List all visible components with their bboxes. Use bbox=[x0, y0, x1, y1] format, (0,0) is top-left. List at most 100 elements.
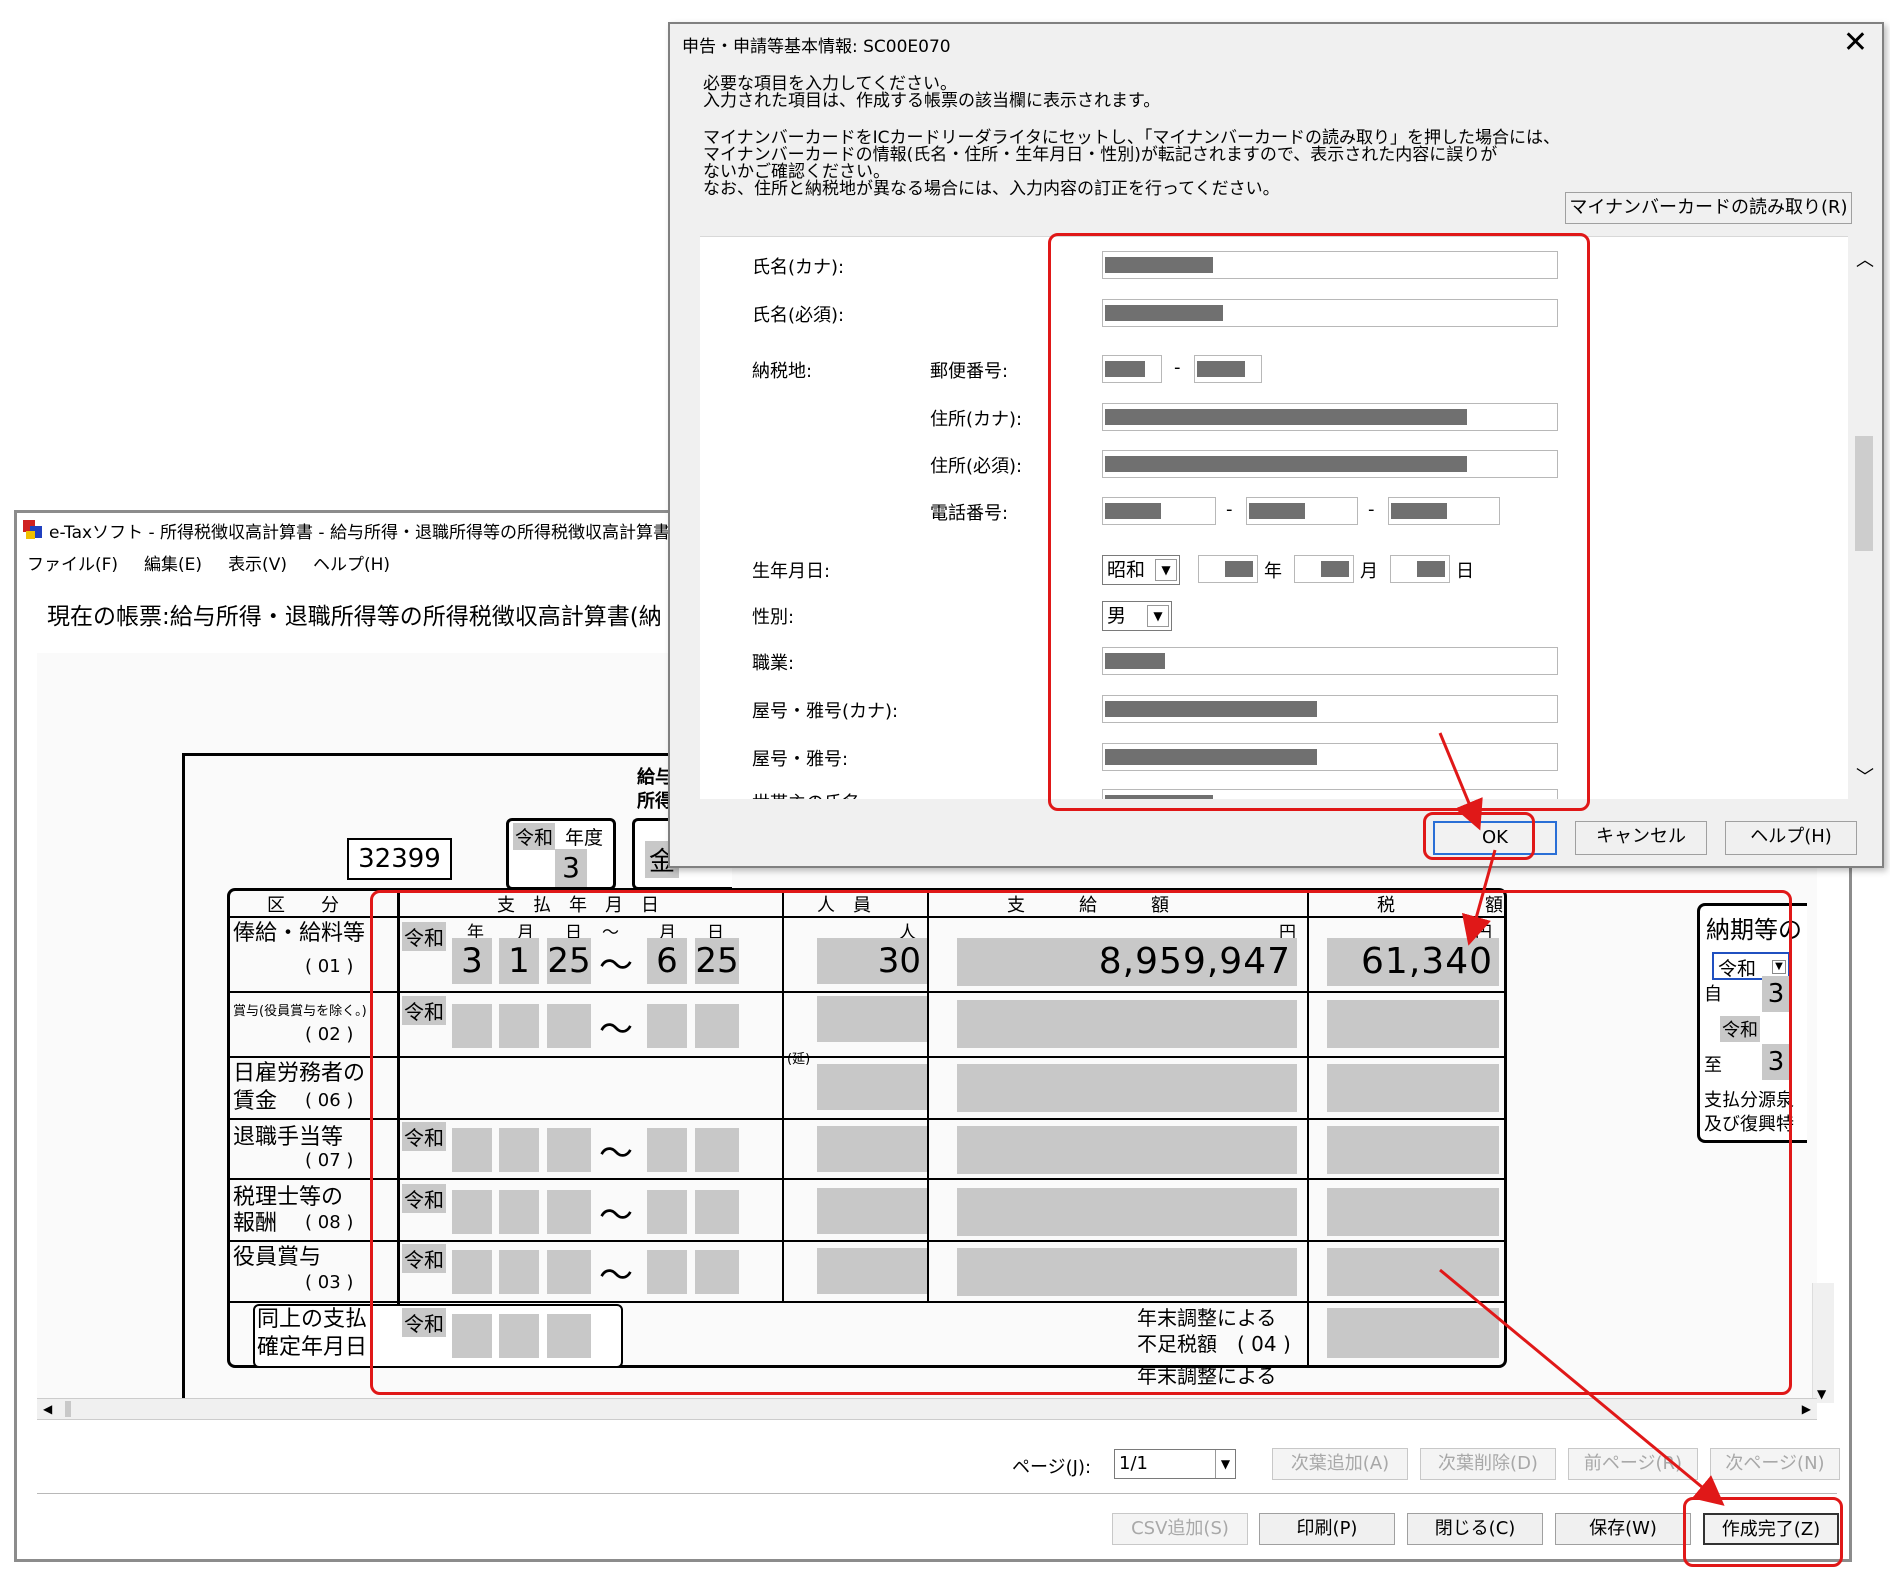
gender-select[interactable]: 男 ▼ bbox=[1102, 601, 1172, 631]
pay-amount-input[interactable] bbox=[957, 1126, 1297, 1174]
next-page-button[interactable]: 次ページ(N) bbox=[1710, 1448, 1840, 1480]
name-input[interactable] bbox=[1102, 299, 1558, 327]
phone-3-input[interactable] bbox=[1388, 497, 1500, 525]
date-input[interactable] bbox=[452, 1128, 492, 1172]
date-input[interactable] bbox=[547, 1190, 591, 1234]
add-page-button[interactable]: 次葉追加(A) bbox=[1272, 1448, 1408, 1480]
chevron-up-icon[interactable]: ︿ bbox=[1856, 246, 1874, 272]
postal-code-1-input[interactable] bbox=[1102, 355, 1162, 383]
end-month-input[interactable]: 6 bbox=[647, 938, 687, 984]
date-input[interactable] bbox=[452, 1004, 492, 1048]
confirm-year-input[interactable] bbox=[452, 1314, 492, 1358]
start-day-input[interactable]: 25 bbox=[547, 938, 591, 984]
occupation-input[interactable] bbox=[1102, 647, 1558, 675]
householder-input[interactable] bbox=[1102, 789, 1558, 799]
pay-amount-input[interactable] bbox=[957, 1248, 1297, 1296]
menu-edit[interactable]: 編集(E) bbox=[144, 550, 202, 575]
date-input[interactable] bbox=[547, 1128, 591, 1172]
dialog-scrollbar[interactable]: ︿ ﹀ bbox=[1850, 236, 1880, 799]
start-month-input[interactable]: 1 bbox=[499, 938, 539, 984]
scroll-right-icon[interactable]: ▶ bbox=[1802, 1402, 1811, 1416]
close-button[interactable]: 閉じる(C) bbox=[1407, 1513, 1543, 1545]
staff-input[interactable] bbox=[817, 996, 927, 1042]
birth-month-input[interactable] bbox=[1294, 555, 1354, 583]
tax-amount-input[interactable] bbox=[1327, 1000, 1499, 1048]
page-select[interactable]: 1/1 ▼ bbox=[1114, 1449, 1236, 1479]
address-input[interactable] bbox=[1102, 450, 1558, 478]
csv-add-button[interactable]: CSV追加(S) bbox=[1112, 1513, 1248, 1545]
trade-name-input[interactable] bbox=[1102, 743, 1558, 771]
tax-amount-input[interactable] bbox=[1327, 1064, 1499, 1112]
staff-input[interactable] bbox=[817, 1248, 927, 1294]
birth-era-select[interactable]: 昭和 ▼ bbox=[1102, 555, 1180, 585]
delete-page-button[interactable]: 次葉削除(D) bbox=[1420, 1448, 1556, 1480]
pay-amount-input[interactable] bbox=[957, 1064, 1297, 1112]
tax-amount-input[interactable] bbox=[1327, 1188, 1499, 1236]
help-button[interactable]: ヘルプ(H) bbox=[1725, 821, 1857, 855]
pay-amount-input[interactable] bbox=[957, 1188, 1297, 1236]
tax-amount-input[interactable] bbox=[1327, 1248, 1499, 1296]
staff-input[interactable] bbox=[817, 1064, 927, 1110]
menu-view[interactable]: 表示(V) bbox=[228, 550, 287, 575]
staff-input[interactable] bbox=[817, 1126, 927, 1172]
menu-help[interactable]: ヘルプ(H) bbox=[313, 550, 390, 575]
pay-amount-input[interactable]: 8,959,947 bbox=[957, 938, 1297, 986]
pay-amount-input[interactable] bbox=[957, 1000, 1297, 1048]
date-input[interactable] bbox=[499, 1128, 539, 1172]
date-input[interactable] bbox=[547, 1250, 591, 1294]
start-year-input[interactable]: 3 bbox=[452, 938, 492, 984]
menu-file[interactable]: ファイル(F) bbox=[27, 550, 118, 575]
phone-1-input[interactable] bbox=[1102, 497, 1216, 525]
range-tilde: 〜 bbox=[599, 1196, 633, 1236]
read-mynumber-card-button[interactable]: マイナンバーカードの読み取り(R) bbox=[1565, 192, 1852, 224]
date-input[interactable] bbox=[695, 1250, 739, 1294]
scroll-thumb[interactable] bbox=[65, 1401, 71, 1417]
date-input[interactable] bbox=[695, 1004, 739, 1048]
date-input[interactable] bbox=[499, 1250, 539, 1294]
vertical-scrollbar[interactable]: ▼ bbox=[1812, 1283, 1834, 1403]
fiscal-year-value[interactable]: 3 bbox=[555, 849, 587, 887]
date-input[interactable] bbox=[499, 1004, 539, 1048]
name-kana-input[interactable] bbox=[1102, 251, 1558, 279]
scroll-down-icon[interactable]: ▼ bbox=[1817, 1387, 1826, 1401]
date-input[interactable] bbox=[695, 1190, 739, 1234]
phone-2-input[interactable] bbox=[1246, 497, 1358, 525]
birth-day-input[interactable] bbox=[1390, 555, 1450, 583]
date-input[interactable] bbox=[647, 1250, 687, 1294]
dialog-close-icon[interactable]: ✕ bbox=[1843, 24, 1868, 62]
postal-code-2-input[interactable] bbox=[1194, 355, 1262, 383]
complete-button[interactable]: 作成完了(Z) bbox=[1703, 1513, 1839, 1545]
dialog-scroll-thumb[interactable] bbox=[1855, 436, 1873, 551]
date-input[interactable] bbox=[452, 1250, 492, 1294]
tax-amount-input[interactable] bbox=[1327, 1126, 1499, 1174]
from-year[interactable]: 3 bbox=[1762, 976, 1790, 1012]
confirm-day-input[interactable] bbox=[547, 1314, 591, 1358]
date-input[interactable] bbox=[452, 1190, 492, 1234]
chevron-down-icon[interactable]: ﹀ bbox=[1856, 763, 1874, 789]
date-input[interactable] bbox=[647, 1128, 687, 1172]
tax-office-code[interactable]: 32399 bbox=[347, 838, 452, 880]
adjust-shortage-input[interactable] bbox=[1327, 1308, 1499, 1358]
save-button[interactable]: 保存(W) bbox=[1555, 1513, 1691, 1545]
scroll-left-icon[interactable]: ◀ bbox=[43, 1402, 52, 1416]
prev-page-button[interactable]: 前ページ(R) bbox=[1568, 1448, 1698, 1480]
redacted-value bbox=[1105, 305, 1223, 321]
tax-amount-input[interactable]: 61,340 bbox=[1327, 938, 1499, 986]
to-year[interactable]: 3 bbox=[1762, 1044, 1790, 1080]
end-day-input[interactable]: 25 bbox=[695, 938, 739, 984]
horizontal-scrollbar[interactable]: ◀ ▶ bbox=[37, 1398, 1817, 1420]
date-input[interactable] bbox=[547, 1004, 591, 1048]
date-input[interactable] bbox=[647, 1190, 687, 1234]
confirm-month-input[interactable] bbox=[499, 1314, 539, 1358]
cancel-button[interactable]: キャンセル bbox=[1575, 821, 1707, 855]
print-button[interactable]: 印刷(P) bbox=[1259, 1513, 1395, 1545]
date-input[interactable] bbox=[695, 1128, 739, 1172]
address-kana-input[interactable] bbox=[1102, 403, 1558, 431]
ok-button[interactable]: OK bbox=[1433, 821, 1557, 855]
trade-name-kana-input[interactable] bbox=[1102, 695, 1558, 723]
date-input[interactable] bbox=[499, 1190, 539, 1234]
birth-year-input[interactable] bbox=[1198, 555, 1258, 583]
staff-input[interactable] bbox=[817, 1188, 927, 1234]
date-input[interactable] bbox=[647, 1004, 687, 1048]
staff-input[interactable]: 30 bbox=[817, 938, 927, 984]
